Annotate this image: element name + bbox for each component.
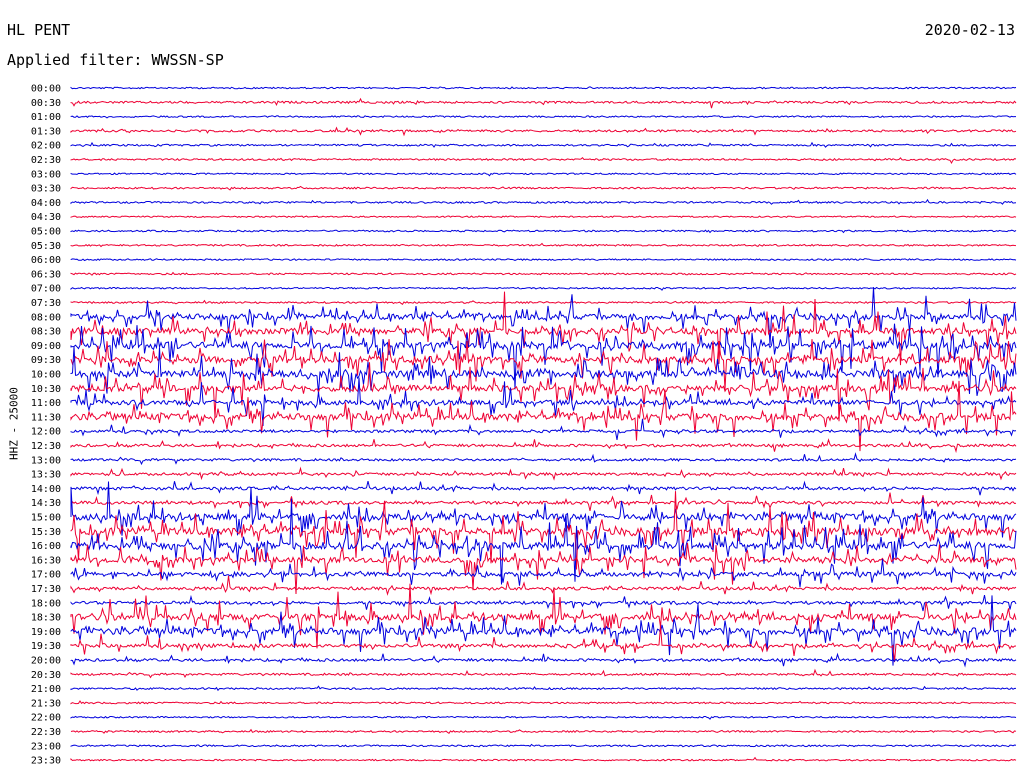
row-time-labels: 00:00 00:30 01:00 01:30 02:00 02:30 03:00 03:30… — [31, 84, 61, 767]
row-label-0930: 09:30 — [31, 355, 61, 366]
trace-1600 — [70, 498, 1017, 585]
trace-0330 — [70, 185, 1017, 191]
row-label-1630: 16:30 — [31, 555, 61, 566]
trace-lines — [70, 86, 1017, 762]
trace-0430 — [70, 215, 1017, 219]
trace-1400 — [70, 480, 1017, 496]
row-label-0200: 02:00 — [31, 141, 61, 152]
trace-0230 — [70, 156, 1017, 165]
trace-2000 — [70, 652, 1017, 668]
row-label-2000: 20:00 — [31, 656, 61, 667]
trace-0030 — [70, 97, 1017, 109]
row-label-0900: 09:00 — [31, 341, 61, 352]
trace-1830 — [70, 583, 1017, 649]
row-label-2200: 22:00 — [31, 713, 61, 724]
row-label-2230: 22:30 — [31, 727, 61, 738]
row-label-0030: 00:30 — [31, 98, 61, 109]
trace-2200 — [70, 715, 1017, 720]
row-label-1030: 10:30 — [31, 384, 61, 395]
row-label-1900: 19:00 — [31, 627, 61, 638]
row-label-2300: 23:00 — [31, 741, 61, 752]
row-label-1130: 11:30 — [31, 412, 61, 423]
row-label-1230: 12:30 — [31, 441, 61, 452]
trace-0500 — [70, 229, 1017, 234]
trace-1300 — [70, 452, 1017, 466]
trace-1730 — [70, 575, 1017, 596]
row-label-1930: 19:30 — [31, 641, 61, 652]
trace-0600 — [70, 258, 1017, 262]
row-label-1700: 17:00 — [31, 570, 61, 581]
row-label-1100: 11:00 — [31, 398, 61, 409]
trace-2230 — [70, 728, 1017, 734]
trace-1630 — [70, 542, 1017, 595]
trace-0130 — [70, 126, 1017, 137]
row-label-1200: 12:00 — [31, 427, 61, 438]
row-label-0800: 08:00 — [31, 312, 61, 323]
row-label-0830: 08:30 — [31, 327, 61, 338]
trace-0630 — [70, 271, 1017, 276]
row-label-0700: 07:00 — [31, 284, 61, 295]
row-label-1530: 15:30 — [31, 527, 61, 538]
trace-1430 — [70, 492, 1017, 512]
row-label-0300: 03:00 — [31, 169, 61, 180]
row-label-0130: 01:30 — [31, 126, 61, 137]
trace-1330 — [70, 466, 1017, 481]
row-label-0000: 00:00 — [31, 84, 61, 95]
row-label-1430: 14:30 — [31, 498, 61, 509]
row-label-2100: 21:00 — [31, 684, 61, 695]
row-label-0330: 03:30 — [31, 184, 61, 195]
trace-0200 — [70, 141, 1016, 148]
trace-1000 — [70, 346, 1017, 397]
trace-2330 — [70, 756, 1017, 762]
row-label-1730: 17:30 — [31, 584, 61, 595]
trace-2100 — [70, 685, 1016, 692]
row-label-1830: 18:30 — [31, 613, 61, 624]
row-label-0430: 04:30 — [31, 212, 61, 223]
trace-2130 — [70, 700, 1017, 705]
row-label-1300: 13:00 — [31, 455, 61, 466]
trace-0000 — [70, 86, 1017, 90]
row-label-2330: 23:30 — [31, 756, 61, 767]
row-label-1000: 10:00 — [31, 370, 61, 381]
helicorder-plot: 00:00 00:30 01:00 01:30 02:00 02:30 03:00 03:30… — [31, 84, 1017, 767]
row-label-0730: 07:30 — [31, 298, 61, 309]
trace-0700 — [70, 286, 1017, 291]
row-label-1800: 18:00 — [31, 598, 61, 609]
trace-0800 — [70, 287, 1017, 346]
row-label-0230: 02:30 — [31, 155, 61, 166]
trace-0400 — [70, 198, 1017, 205]
trace-1130 — [70, 380, 1017, 452]
trace-1800 — [70, 594, 1017, 612]
row-label-0400: 04:00 — [31, 198, 61, 209]
trace-1530 — [70, 491, 1017, 570]
trace-1230 — [70, 438, 1017, 454]
row-label-0500: 05:00 — [31, 227, 61, 238]
trace-2300 — [70, 743, 1017, 748]
row-label-2030: 20:30 — [31, 670, 61, 681]
row-label-0530: 05:30 — [31, 241, 61, 252]
row-label-0100: 01:00 — [31, 112, 61, 123]
trace-0530 — [70, 242, 1017, 248]
trace-0100 — [70, 115, 1016, 119]
row-label-1400: 14:00 — [31, 484, 61, 495]
row-label-0600: 06:00 — [31, 255, 61, 266]
trace-2030 — [70, 668, 1017, 679]
trace-1100 — [70, 377, 1017, 427]
row-label-2130: 21:30 — [31, 698, 61, 709]
row-label-1600: 16:00 — [31, 541, 61, 552]
row-label-0630: 06:30 — [31, 269, 61, 280]
row-label-1500: 15:00 — [31, 513, 61, 524]
trace-0300 — [70, 172, 1017, 177]
row-label-1330: 13:30 — [31, 470, 61, 481]
